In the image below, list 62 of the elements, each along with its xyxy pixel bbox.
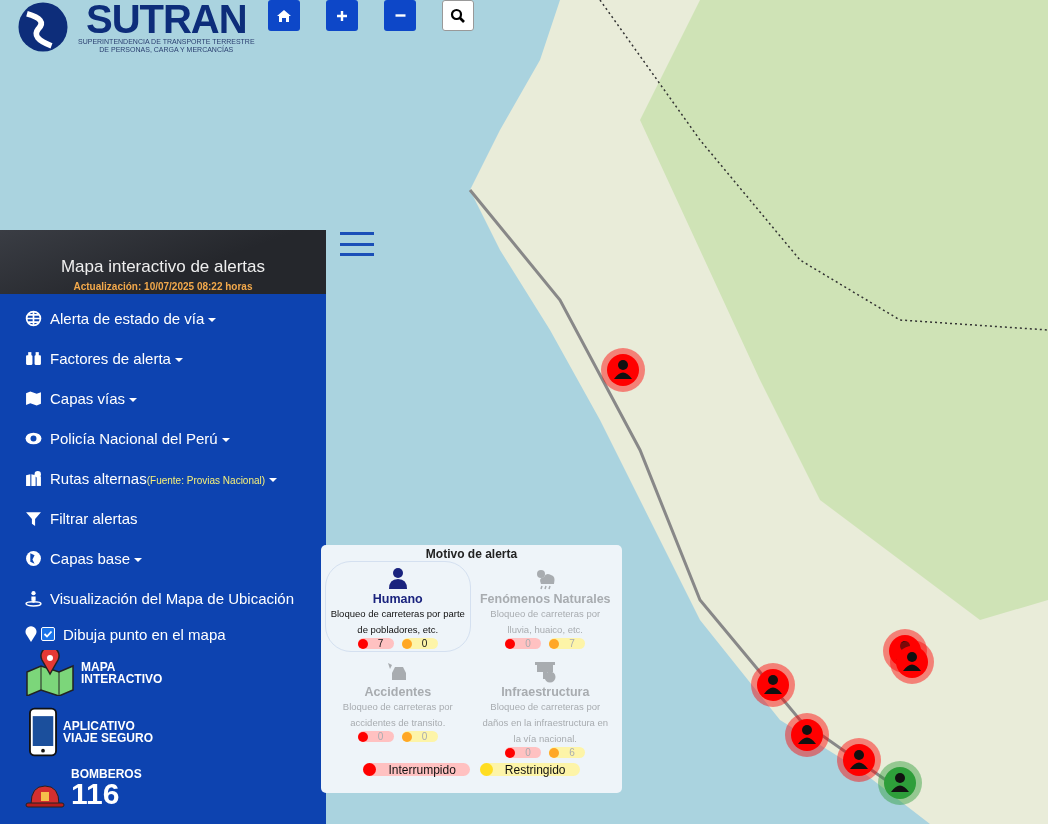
firefighter-helmet-icon: [25, 782, 65, 808]
alert-marker[interactable]: [601, 348, 645, 392]
menu-item[interactable]: Capas base: [25, 538, 143, 578]
category-name: Infraestructura: [501, 685, 590, 699]
restricted-count: 0: [401, 638, 438, 649]
map-pin-icon: [25, 626, 37, 642]
checkbox-label: Dibuja punto en el mapa: [63, 625, 226, 643]
check-icon: [42, 628, 54, 640]
category-description: Bloqueo de carreteras por parte de pobladores, etc.: [330, 607, 466, 637]
category-description: Bloqueo de carreteras por daños en la infraestructura en la vía nacional.: [481, 700, 610, 746]
menu-button[interactable]: [340, 232, 374, 256]
home-icon: [276, 7, 292, 24]
checkbox[interactable]: [41, 627, 55, 641]
alert-marker[interactable]: [785, 713, 829, 757]
globe-icon: [25, 309, 42, 327]
home-button[interactable]: [268, 0, 300, 31]
filter-icon: [25, 509, 42, 527]
zoom-in-button[interactable]: [326, 0, 358, 31]
folded-map-icon: [25, 650, 75, 696]
menu-item[interactable]: Filtrar alertas: [25, 498, 138, 538]
menu-item[interactable]: Rutas alternas(Fuente: Provias Nacional): [25, 458, 278, 498]
restricted-count: 6: [549, 747, 586, 758]
alert-marker[interactable]: [890, 640, 934, 684]
interrupted-count: 0: [357, 731, 394, 742]
minus-icon: [394, 14, 406, 17]
menu-item[interactable]: Alerta de estado de vía: [25, 298, 217, 338]
interrupted-count: 7: [357, 638, 394, 649]
menu-item[interactable]: Factores de alerta: [25, 338, 183, 378]
category-description: Bloqueo de carreteras por lluvia, huaico, etc.: [489, 607, 602, 637]
legend-key: Interrumpido: [363, 763, 470, 776]
promo-link[interactable]: BOMBEROS 116: [25, 768, 142, 808]
promo-link[interactable]: APLICATIVO VIAJE SEGURO: [29, 706, 154, 758]
earth-icon: [25, 549, 42, 567]
alert-marker[interactable]: [837, 738, 881, 782]
zoom-out-button[interactable]: [384, 0, 416, 31]
route-icon: [25, 469, 42, 487]
binoculars-icon: [25, 349, 42, 367]
restricted-count: 7: [549, 638, 586, 649]
restricted-count: 0: [401, 731, 438, 742]
promo-link[interactable]: MAPA INTERACTIVO: [25, 650, 163, 696]
menu-item[interactable]: Visualización del Mapa de Ubicación: [25, 578, 295, 618]
category-name: Fenómenos Naturales: [479, 592, 611, 606]
interrupted-count: 0: [505, 638, 542, 649]
alert-marker[interactable]: [751, 663, 795, 707]
map-icon: [25, 389, 42, 407]
interrupted-count: 0: [505, 747, 542, 758]
search-icon: [450, 7, 466, 24]
category-name: Accidentes: [364, 685, 432, 699]
smartphone-icon: [29, 706, 57, 758]
menu-item[interactable]: Policía Nacional del Perú: [25, 418, 230, 458]
logo-name: SUTRAN: [85, 0, 247, 38]
alert-category[interactable]: Humano Bloqueo de carreteras por parte de pobladores, etc. 7 0: [325, 561, 471, 652]
person-icon: [25, 589, 42, 607]
update-time: Actualización: 10/07/2025 08:22 horas: [73, 281, 253, 292]
legend-key: Restringido: [479, 763, 580, 776]
alert-marker[interactable]: [878, 761, 922, 805]
menu-item[interactable]: Capas vías: [25, 378, 138, 418]
search-button[interactable]: [442, 0, 474, 31]
category-description: Bloqueo de carreteras por accidentes de transito.: [341, 700, 454, 730]
category-name: Humano: [372, 592, 423, 606]
legend-title: Motivo de alerta: [425, 547, 518, 561]
sidebar-title: Mapa interactivo de alertas: [60, 257, 266, 277]
